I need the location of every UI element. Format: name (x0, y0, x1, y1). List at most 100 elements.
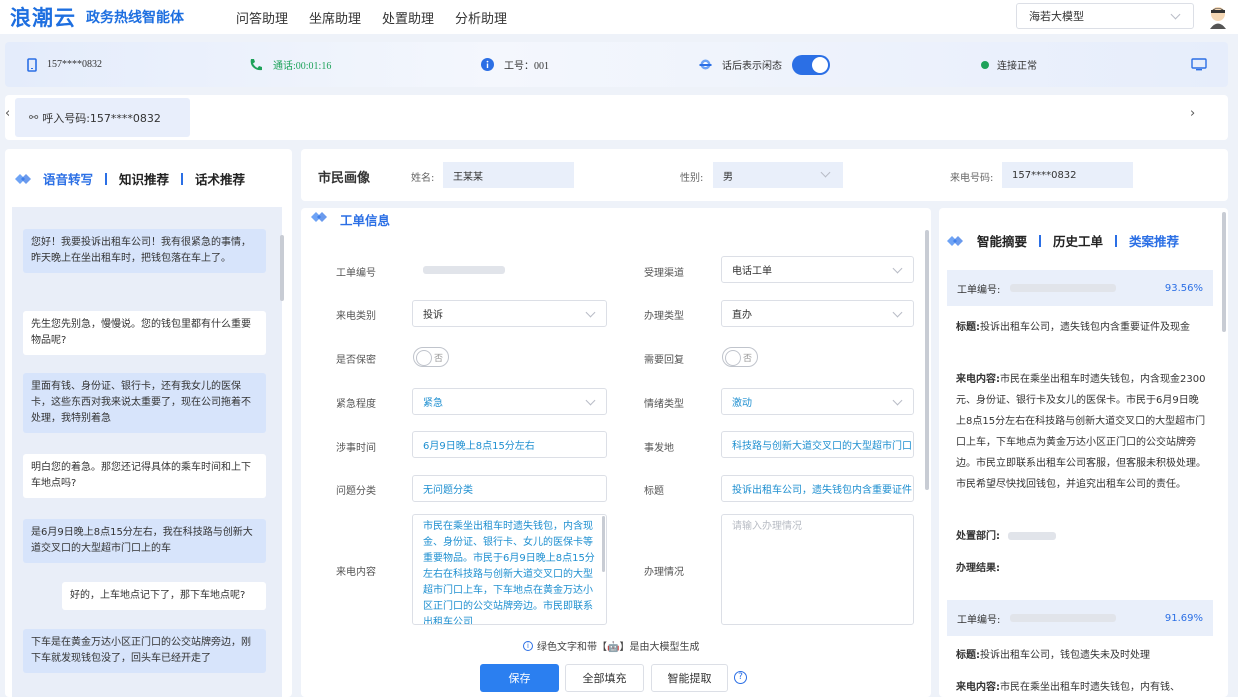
case-order-value (1010, 284, 1117, 292)
connection-text: 连接正常 (997, 61, 1037, 72)
subject-field[interactable]: 投诉出租车公司，遗失钱包内含重要证件 (721, 475, 914, 502)
smart-extract-button[interactable]: 智能提取 (651, 664, 728, 692)
employee-status: 工号：001 (481, 42, 549, 87)
caller-number: 呼入号码:157****0832 (42, 111, 161, 125)
name-field[interactable]: 王某某 (443, 162, 574, 188)
confidential-label: 是否保密 (336, 355, 376, 366)
chevron-right-icon[interactable]: › (1190, 106, 1195, 121)
category-field[interactable]: 无问题分类 (412, 475, 607, 502)
reply-needed-switch[interactable]: 否 (722, 347, 758, 367)
model-select[interactable]: 海若大模型 (1016, 3, 1194, 29)
case-detail: 来电内容:市民在乘坐出租车时遗失钱包，内含现金2300元、身份证、银行卡及女儿的… (956, 369, 1206, 495)
chevron-down-icon (892, 263, 903, 274)
caller-tab[interactable]: ⚯ 呼入号码:157****0832 (15, 98, 190, 137)
chat-message-agent: 先生您先别急，慢慢说。您的钱包里都有什么重要物品呢? (23, 311, 266, 355)
call-type-value: 投诉 (423, 310, 443, 321)
case-detail: 标题:投诉出租车公司，钱包遗失未及时处理 (956, 645, 1206, 666)
handle-type-select[interactable]: 直办 (721, 300, 914, 327)
mobile-phone-icon (27, 57, 37, 72)
chevron-down-icon (1170, 9, 1181, 20)
case-header[interactable]: 工单编号: 91.69% (947, 600, 1213, 636)
subject-label: 标题 (644, 486, 664, 497)
logo: 浪潮云 (10, 5, 76, 30)
order-no-label: 工单编号 (336, 268, 376, 279)
case-content-label: 来电内容: (956, 682, 1000, 693)
call-time: 通话:00:01:16 (273, 61, 332, 72)
summary-scrollbar[interactable] (1222, 212, 1226, 332)
user-avatar-icon[interactable] (1208, 5, 1228, 29)
time-field[interactable]: 6月9日晚上8点15分左右 (412, 431, 607, 458)
call-status-bar: 157****0832 通话:00:01:16 工号：001 话后表示闲态 连接… (5, 42, 1228, 87)
handling-label: 办理情况 (644, 567, 684, 578)
summary-panel: 智能摘要 历史工单 类案推荐 工单编号: 93.56% 标题: 投诉出租车公司，遗… (939, 208, 1228, 697)
chevron-down-icon (892, 395, 903, 406)
case-content: 市民在乘坐出租车时遗失钱包，内有钱、 (1000, 682, 1180, 693)
handle-type-value: 直办 (732, 310, 752, 321)
confidential-switch[interactable]: 否 (413, 347, 449, 367)
connection-status: 连接正常 (981, 42, 1037, 87)
case-order-value (1010, 614, 1117, 622)
order-no-field (412, 256, 607, 283)
fill-all-button[interactable]: 全部填充 (565, 664, 644, 692)
call-handset-icon (250, 58, 262, 70)
gender-select[interactable]: 男 (713, 162, 843, 188)
handling-textarea[interactable]: 请输入办理情况 (721, 514, 914, 625)
place-field[interactable]: 科技路与创新大道交叉口的大型超市门口 (721, 431, 914, 458)
channel-select[interactable]: 电话工单 (721, 256, 914, 283)
handle-type-label: 办理类型 (644, 311, 684, 322)
monitor-icon (1191, 58, 1207, 71)
profile-title: 市民画像 (318, 171, 371, 186)
work-order-title: 工单信息 (340, 213, 391, 228)
save-button[interactable]: 保存 (480, 664, 559, 692)
tab-similar-cases[interactable]: 类案推荐 (1129, 231, 1179, 250)
case-dept-value (1008, 532, 1056, 540)
chat-message-citizen: 您好！我要投诉出租车公司！我有很紧急的事情，昨天晚上在坐出租车时，把钱包落在车上… (23, 229, 266, 273)
nav-item-agent[interactable]: 坐席助理 (309, 8, 361, 27)
case-header[interactable]: 工单编号: 93.56% (947, 270, 1213, 306)
urgency-label: 紧急程度 (336, 399, 376, 410)
nav-item-disposal[interactable]: 处置助理 (382, 8, 434, 27)
monitor-button[interactable] (1191, 42, 1207, 87)
chat-message-citizen: 是6月9日晚上8点15分左右，我在科技路与创新大道交叉口的大型超市门口上的车 (23, 519, 266, 563)
urgency-value: 紧急 (423, 398, 443, 409)
chevron-left-icon[interactable]: ‹ (5, 106, 14, 121)
phone-field[interactable]: 157****0832 (1002, 162, 1133, 188)
case-content-label: 来电内容: (956, 374, 1000, 385)
case-detail: 来电内容:市民在乘坐出租车时遗失钱包，内有钱、 (956, 677, 1206, 697)
case-title-label: 标题: (956, 650, 980, 661)
ai-hint: i 绿色文字和带【🤖】是由大模型生成 (523, 638, 699, 653)
content-scrollbar[interactable] (602, 516, 605, 572)
phone-number: 157****0832 (47, 59, 102, 70)
nav-item-qa[interactable]: 问答助理 (236, 8, 288, 27)
tab-smart-summary[interactable]: 智能摘要 (977, 231, 1027, 250)
transcript-scrollbar[interactable] (280, 235, 284, 301)
content-label: 来电内容 (336, 567, 376, 578)
main-menu: 问答助理 坐席助理 处置助理 分析助理 (236, 8, 528, 27)
help-icon[interactable]: ? (734, 671, 747, 684)
link-icon: ⚯ (29, 111, 39, 124)
tab-history[interactable]: 历史工单 (1053, 231, 1103, 250)
emotion-select[interactable]: 激动 (721, 388, 914, 415)
case-detail: 处置部门: (956, 526, 1206, 547)
case-title: 投诉出租车公司，遗失钱包内含重要证件及现金 (980, 322, 1190, 333)
diamond-icon (311, 212, 327, 222)
chevron-down-icon (585, 395, 596, 406)
app-subtitle: 政务热线智能体 (86, 10, 184, 26)
case-content: 市民在乘坐出租车时遗失钱包，内含现金2300元、身份证、银行卡及女儿的医保卡。市… (956, 374, 1206, 490)
case-order-label: 工单编号: (957, 614, 1001, 626)
urgency-select[interactable]: 紧急 (412, 388, 607, 415)
after-call-label: 话后表示闲态 (722, 61, 782, 72)
after-call-toggle[interactable] (792, 54, 830, 75)
model-select-value: 海若大模型 (1029, 10, 1084, 23)
content-textarea[interactable]: 市民在乘坐出租车时遗失钱包，内含现金、身份证、银行卡、女儿的医保卡等重要物品。市… (412, 514, 607, 625)
channel-label: 受理渠道 (644, 268, 684, 279)
call-type-select[interactable]: 投诉 (412, 300, 607, 327)
work-order-scrollbar[interactable] (925, 230, 929, 490)
call-type-label: 来电类别 (336, 311, 376, 322)
work-order-panel: 工单信息 工单编号 受理渠道 电话工单 来电类别 投诉 办理类型 直办 是否保密… (301, 208, 931, 697)
nav-item-analysis[interactable]: 分析助理 (455, 8, 507, 27)
tab-knowledge[interactable]: 知识推荐 (119, 169, 169, 188)
chat-message-agent: 好的，上车地点记下了，那下车地点呢? (62, 582, 266, 610)
tab-script[interactable]: 话术推荐 (195, 169, 245, 188)
tab-speech-transcription[interactable]: 语音转写 (43, 169, 93, 188)
